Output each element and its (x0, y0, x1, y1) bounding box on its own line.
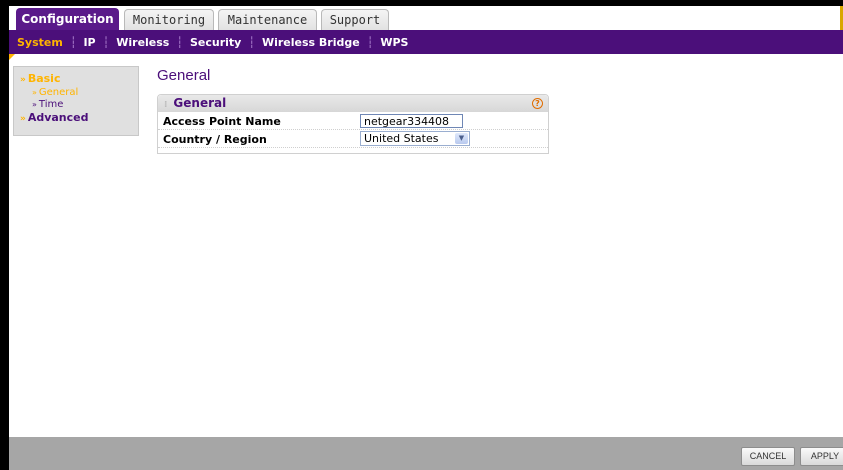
panel-title: General (173, 96, 227, 110)
nav-group-advanced[interactable]: » Advanced (20, 111, 138, 126)
submenu-item-wps[interactable]: WPS (380, 36, 408, 49)
expanded-chevron-icon: » (20, 75, 26, 85)
nav-group-basic[interactable]: » Basic (20, 72, 138, 87)
apply-button[interactable]: APPLY (800, 447, 843, 466)
nav-item-time-label: Time (38, 99, 64, 110)
submenu-separator: ┆ (366, 35, 374, 49)
left-navigation: » Basic » General » Time » Advanced (13, 66, 139, 136)
corner-arrow-icon (9, 54, 15, 60)
ap-name-row: Access Point Name (158, 112, 548, 130)
submenu-item-wireless[interactable]: Wireless (116, 36, 169, 49)
submenu-item-system[interactable]: System (17, 36, 63, 49)
country-select-value: United States (364, 132, 439, 145)
bottom-action-bar: CANCEL APPLY (9, 437, 843, 470)
cancel-button[interactable]: CANCEL (741, 447, 795, 466)
tab-support[interactable]: Support (321, 9, 389, 30)
submenu-item-security[interactable]: Security (190, 36, 241, 49)
submenu-separator: ┆ (176, 35, 183, 49)
double-chevron-icon: » (32, 88, 37, 97)
page-title: General (157, 67, 211, 84)
submenu-bar: System ┆ IP ┆ Wireless ┆ Security ┆ Wire… (9, 30, 843, 54)
general-panel: ⁞ General ? Access Point Name Country / R… (157, 94, 549, 154)
panel-header: ⁞ General ? (158, 95, 548, 112)
country-select[interactable]: United States ▼ (360, 131, 470, 146)
tab-monitoring[interactable]: Monitoring (124, 9, 214, 30)
nav-item-general-label: General (38, 87, 79, 98)
nav-item-time[interactable]: » Time (20, 99, 138, 111)
collapsed-chevron-icon: » (20, 114, 26, 124)
window-frame-left (0, 0, 9, 470)
chevron-down-icon[interactable]: ▼ (455, 133, 468, 144)
grip-icon: ⁞ (164, 100, 168, 110)
nav-group-advanced-label: Advanced (27, 111, 89, 124)
country-label: Country / Region (163, 133, 267, 146)
tab-configuration[interactable]: Configuration (16, 8, 119, 30)
submenu-separator: ┆ (69, 35, 77, 49)
submenu-separator: ┆ (248, 35, 255, 49)
ap-name-input[interactable] (360, 114, 463, 128)
nav-group-basic-label: Basic (27, 72, 61, 85)
tab-maintenance[interactable]: Maintenance (218, 9, 317, 30)
country-row: Country / Region United States ▼ (158, 130, 548, 148)
ap-name-label: Access Point Name (163, 115, 281, 128)
submenu-item-wireless-bridge[interactable]: Wireless Bridge (262, 36, 360, 49)
help-icon[interactable]: ? (532, 98, 543, 109)
double-chevron-icon: » (32, 100, 37, 109)
submenu-item-ip[interactable]: IP (83, 36, 95, 49)
submenu-separator: ┆ (102, 35, 110, 49)
top-tab-bar: Configuration Monitoring Maintenance Sup… (9, 6, 843, 30)
nav-item-general[interactable]: » General (20, 87, 138, 99)
